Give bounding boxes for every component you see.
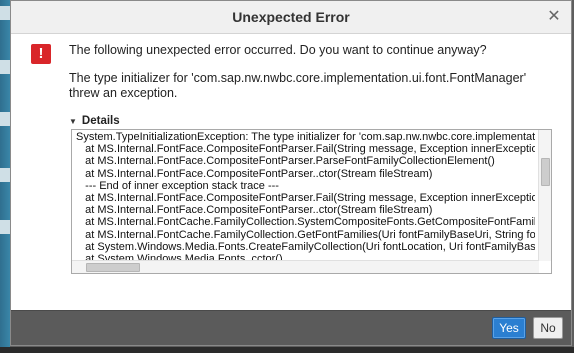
stack-trace-line: at MS.Internal.FontFace.CompositeFontPar… bbox=[76, 204, 433, 217]
stack-trace-line: at MS.Internal.FontFace.CompositeFontPar… bbox=[76, 155, 495, 168]
details-textbox[interactable]: System.TypeInitializationException: The … bbox=[71, 129, 552, 274]
error-message-secondary: The type initializer for 'com.sap.nw.nwb… bbox=[69, 71, 527, 100]
stack-trace-text: System.TypeInitializationException: The … bbox=[76, 131, 535, 261]
dialog-footer: Yes No bbox=[11, 310, 571, 345]
close-icon[interactable]: ✕ bbox=[545, 8, 563, 26]
stack-trace-line: at System.Windows.Media.Fonts.CreateFami… bbox=[76, 240, 535, 253]
yes-button[interactable]: Yes bbox=[492, 317, 526, 339]
stack-trace-line: at MS.Internal.FontFace.CompositeFontPar… bbox=[76, 143, 535, 156]
no-button[interactable]: No bbox=[533, 317, 563, 339]
details-label: Details bbox=[81, 115, 120, 127]
error-dialog: Unexpected Error ✕ ! The following unexp… bbox=[10, 0, 572, 346]
error-icon: ! bbox=[31, 44, 51, 64]
stack-trace-line: at MS.Internal.FontCache.FamilyCollectio… bbox=[76, 216, 535, 229]
stack-trace-line: at MS.Internal.FontFace.CompositeFontPar… bbox=[76, 192, 535, 205]
vertical-scroll-thumb[interactable] bbox=[541, 158, 550, 186]
stack-trace-line: --- End of inner exception stack trace -… bbox=[76, 179, 279, 192]
stack-trace-line: at MS.Internal.FontCache.FamilyCollectio… bbox=[76, 228, 535, 241]
horizontal-scrollbar[interactable] bbox=[72, 260, 539, 273]
taskbar-strip bbox=[0, 347, 574, 353]
error-message-primary: The following unexpected error occurred.… bbox=[69, 43, 487, 57]
vertical-scrollbar[interactable] bbox=[538, 130, 551, 261]
dialog-title: Unexpected Error bbox=[232, 9, 350, 25]
details-toggle[interactable]: ▼ Details bbox=[69, 115, 120, 127]
stack-trace-line: System.TypeInitializationException: The … bbox=[76, 131, 535, 143]
horizontal-scroll-thumb[interactable] bbox=[86, 263, 140, 272]
triangle-down-icon: ▼ bbox=[69, 117, 77, 126]
dialog-titlebar: Unexpected Error ✕ bbox=[11, 1, 571, 34]
stack-trace-line: at MS.Internal.FontFace.CompositeFontPar… bbox=[76, 167, 433, 180]
desktop-background bbox=[0, 0, 11, 353]
